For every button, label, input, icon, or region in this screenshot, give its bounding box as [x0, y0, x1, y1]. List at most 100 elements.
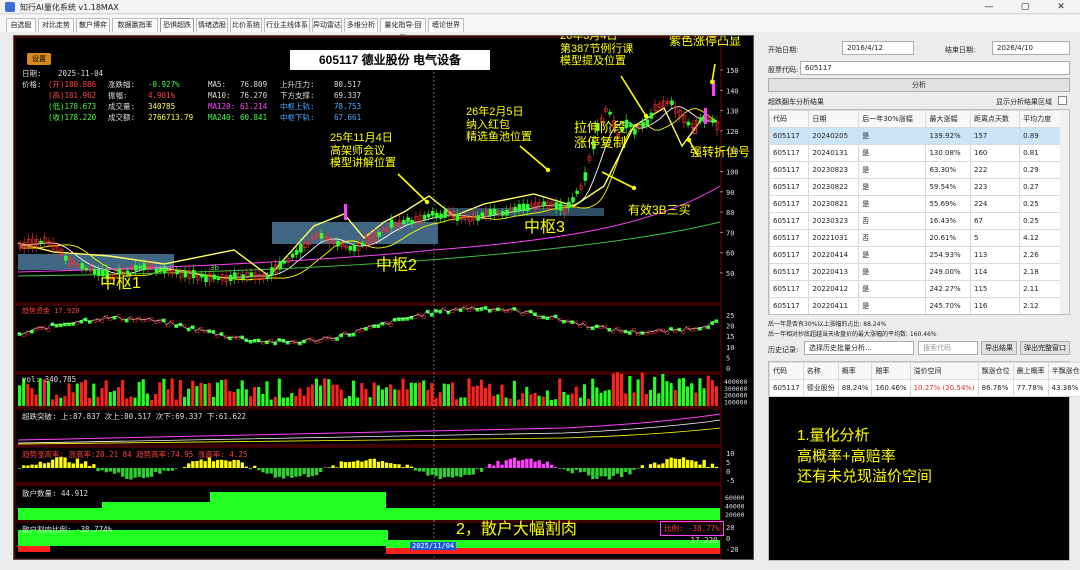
table-cell: 59.54% [925, 178, 972, 196]
results-col-5[interactable]: 平均力度 [1019, 110, 1061, 128]
candle-body-117 [501, 211, 505, 216]
ma120-label: MA120: [208, 102, 236, 111]
tab-0[interactable]: 自选股 [6, 18, 36, 32]
table-cell: 是 [858, 297, 927, 314]
candle-body-124 [530, 203, 534, 207]
volume-bar-85 [368, 397, 372, 406]
tab-1[interactable]: 对比走势 [38, 18, 74, 32]
trend-rate-bar-104 [446, 468, 451, 477]
show-results-checkbox[interactable] [1058, 96, 1067, 105]
results-col-1[interactable]: 日期 [808, 110, 860, 128]
trend-rate-bar-67 [294, 468, 298, 477]
table-cell: 是 [858, 195, 927, 213]
trend-rate-bar-28 [133, 468, 137, 478]
table-row[interactable]: 605117 20220412 是 242.27% 115 2.11 [769, 280, 1061, 298]
tab-5[interactable]: 情绪选股 [196, 18, 228, 32]
table-cell: 0.89 [1019, 127, 1061, 145]
stock-code-input[interactable]: 605117 [800, 61, 1070, 75]
candle-body-138 [587, 156, 592, 161]
trend-rate-bar-49 [220, 459, 224, 468]
table-row[interactable]: 605117 20221031 否 20.61% 5 4.12 [769, 229, 1061, 247]
history-select[interactable]: 选择历史批量分析... [804, 341, 914, 355]
trend-rate-bar-143 [607, 468, 611, 480]
tab-9[interactable]: 多维分析 [344, 18, 378, 32]
close-button[interactable]: ✕ [1044, 0, 1078, 14]
search-code-input[interactable]: 搜索代码 [918, 341, 978, 355]
tab-3[interactable]: 数据赢指率 [112, 18, 158, 32]
results-col-2[interactable]: 后一年30%涨幅 [858, 110, 927, 128]
table-row[interactable]: 605117 20220414 是 254.93% 113 2.26 [769, 246, 1061, 264]
results-table-container[interactable]: 代码 日期 后一年30%涨幅 最大涨幅 距离点天数 平均力度 605117 20240205… [768, 109, 1070, 315]
results-scrollbar[interactable] [1060, 110, 1069, 314]
table-row[interactable]: 605117 20240205 是 139.92% 157 0.89 [769, 127, 1061, 145]
start-date-picker[interactable]: 2016/4/12 [842, 41, 914, 55]
trend-rate-bar-91 [393, 464, 397, 468]
volume-bar-2 [26, 384, 30, 406]
end-date-picker[interactable]: 2026/4/10 [992, 41, 1070, 55]
volume-bar-117 [500, 384, 504, 406]
candle-body-98 [422, 214, 427, 220]
analyze-button[interactable]: 分析 [768, 78, 1070, 92]
table-row[interactable]: 605117 20230822 是 59.54% 223 0.27 [769, 178, 1061, 196]
summary-col-0[interactable]: 代码 [769, 362, 804, 380]
table-row[interactable]: 605117 20240131 是 130.08% 160 0.81 [769, 144, 1061, 162]
volume-bar-153 [648, 390, 653, 406]
table-cell: 605117 [769, 280, 810, 298]
volume-bar-116 [496, 394, 500, 406]
candle-body-120 [513, 206, 518, 213]
tab-8[interactable]: 异动雷达 [312, 18, 342, 32]
summary-col-4[interactable]: 溢价空间 [909, 362, 979, 380]
trend-fund-bar-132 [562, 319, 566, 324]
table-row[interactable]: 605117 20230323 否 16.43% 67 0.25 [769, 212, 1061, 230]
tab-2[interactable]: 散户博弈 [76, 18, 110, 32]
results-col-0[interactable]: 代码 [769, 110, 810, 128]
trend-fund-bar-5 [38, 326, 42, 330]
tab-7[interactable]: 行业主线体系 [264, 18, 310, 32]
tab-10[interactable]: 量化指导·回测 [380, 18, 426, 42]
popout-window-button[interactable]: 弹出完整窗口 [1020, 341, 1070, 355]
results-col-3[interactable]: 最大涨幅 [925, 110, 972, 128]
trend-rate-bar-55 [244, 466, 249, 468]
table-row[interactable]: 605117 20220413 是 249.00% 114 2.18 [769, 263, 1061, 281]
results-col-4[interactable]: 距离点天数 [970, 110, 1021, 128]
tab-11[interactable]: 缠论世界 [428, 18, 464, 32]
volume-bar-8 [50, 399, 55, 406]
candle-body-137 [583, 172, 588, 181]
minimize-button[interactable]: — [972, 0, 1006, 14]
volume-bar-162 [686, 386, 690, 406]
summary-col-2[interactable]: 概率 [837, 362, 873, 380]
candle-body-121 [517, 204, 522, 211]
tab-6[interactable]: 比价系统 [230, 18, 262, 32]
trend-rate-bar-56 [248, 468, 253, 470]
volume-bar-91 [393, 389, 397, 406]
trend-rate-bar-57 [253, 465, 257, 468]
trend-fund-tick-3: 10 [726, 344, 734, 352]
volume-bar-11 [63, 396, 67, 406]
candle-body-39 [179, 272, 184, 279]
trend-rate-bar-148 [628, 468, 632, 475]
settings-button[interactable]: 设置 [27, 53, 51, 65]
table-cell: 55.69% [925, 195, 972, 213]
volume-bar-62 [273, 396, 277, 406]
tab-4[interactable]: 恐惧超跌 [160, 18, 194, 32]
table-cell: 20240205 [808, 127, 860, 145]
summary-col-6[interactable]: 晨上概率 [1012, 362, 1049, 380]
summary-col-7[interactable]: 半飘涨仓位 [1047, 362, 1080, 380]
upper-pressure-label: 上升压力: [280, 80, 315, 89]
candle-body-82 [356, 242, 361, 251]
trend-rate-bar-95 [409, 466, 414, 468]
table-row[interactable]: 605117 20230821 是 55.69% 224 0.25 [769, 195, 1061, 213]
volume-bar-89 [384, 387, 389, 406]
volume-bar-155 [657, 393, 661, 406]
summary-col-3[interactable]: 赔率 [871, 362, 911, 380]
table-row[interactable]: 605117 20230823 是 63.30% 222 0.29 [769, 161, 1061, 179]
price-tick-0: 150 [726, 67, 739, 75]
maximize-button[interactable]: ▢ [1008, 0, 1042, 14]
table-row[interactable]: 605117 20220411 是 245.70% 116 2.12 [769, 297, 1061, 314]
export-button[interactable]: 导出结果 [981, 341, 1017, 355]
candle-body-51 [229, 274, 233, 282]
candle-body-93 [402, 220, 406, 225]
summary-col-5[interactable]: 飘涨仓位 [977, 362, 1014, 380]
table-row[interactable]: 605117 德业股份 88.24% 160.46% 10.27% (20.54%) 86… [769, 379, 1080, 397]
summary-col-1[interactable]: 名称 [802, 362, 839, 380]
